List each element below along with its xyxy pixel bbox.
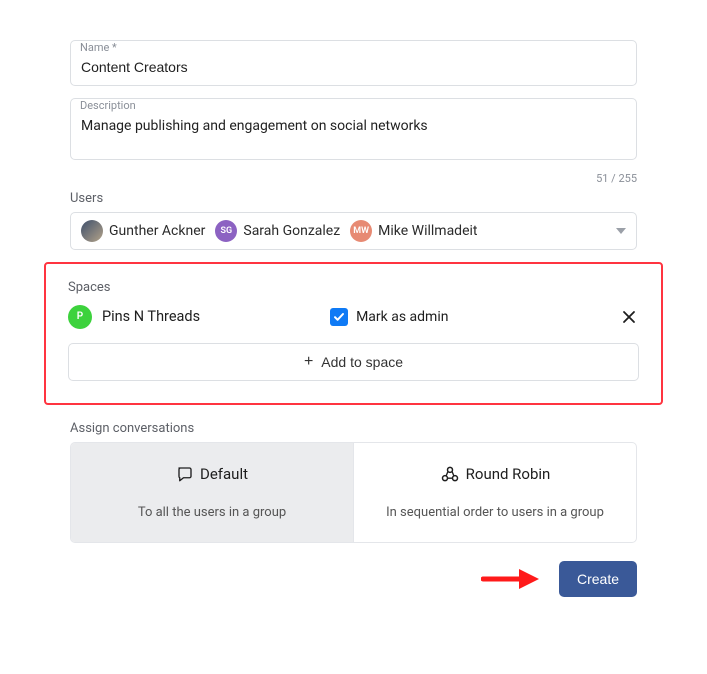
add-to-space-label: Add to space	[321, 354, 403, 370]
chat-icon	[176, 465, 194, 483]
mark-admin-group: Mark as admin	[330, 308, 448, 326]
round-robin-icon	[440, 465, 460, 483]
assign-option-title: Round Robin	[466, 465, 551, 483]
name-field-group: Name *	[70, 40, 637, 86]
space-name: Pins N Threads	[102, 308, 200, 325]
user-chip: SG Sarah Gonzalez	[215, 220, 340, 242]
chevron-down-icon	[616, 228, 626, 234]
users-select[interactable]: Gunther Ackner SG Sarah Gonzalez MW Mike…	[70, 212, 637, 250]
avatar	[81, 220, 103, 242]
user-chip: MW Mike Willmadeit	[350, 220, 477, 242]
description-input[interactable]: Manage publishing and engagement on soci…	[70, 98, 637, 160]
assign-option-subtitle: In sequential order to users in a group	[368, 505, 622, 520]
name-input[interactable]	[70, 40, 637, 86]
description-counter: 51 / 255	[70, 172, 637, 185]
user-name: Mike Willmadeit	[378, 223, 477, 239]
check-icon	[333, 311, 345, 323]
assign-option-round-robin[interactable]: Round Robin In sequential order to users…	[353, 443, 636, 542]
assign-option-title: Default	[200, 465, 248, 483]
footer: Create	[70, 561, 637, 597]
spaces-highlight-box: Spaces P Pins N Threads Mark as admin + …	[44, 262, 663, 405]
spaces-section-label: Spaces	[68, 280, 639, 295]
description-field-group: Description Manage publishing and engage…	[70, 98, 637, 160]
arrow-icon	[481, 566, 541, 592]
remove-space-button[interactable]	[619, 307, 639, 327]
add-to-space-button[interactable]: + Add to space	[68, 343, 639, 381]
user-name: Sarah Gonzalez	[243, 223, 340, 239]
space-row: P Pins N Threads Mark as admin	[68, 305, 639, 329]
avatar: MW	[350, 220, 372, 242]
users-section-label: Users	[70, 191, 637, 206]
create-button[interactable]: Create	[559, 561, 637, 597]
assign-option-default[interactable]: Default To all the users in a group	[71, 443, 353, 542]
assign-section: Assign conversations Default To all the …	[70, 421, 637, 543]
close-icon	[622, 310, 636, 324]
assign-section-label: Assign conversations	[70, 421, 637, 436]
mark-admin-checkbox[interactable]	[330, 308, 348, 326]
assign-option-subtitle: To all the users in a group	[85, 505, 339, 520]
space-avatar: P	[68, 305, 92, 329]
mark-admin-label: Mark as admin	[356, 309, 448, 325]
plus-icon: +	[304, 354, 313, 370]
user-chip: Gunther Ackner	[81, 220, 205, 242]
user-name: Gunther Ackner	[109, 223, 205, 239]
avatar: SG	[215, 220, 237, 242]
assign-toggle-group: Default To all the users in a group Roun…	[70, 442, 637, 543]
